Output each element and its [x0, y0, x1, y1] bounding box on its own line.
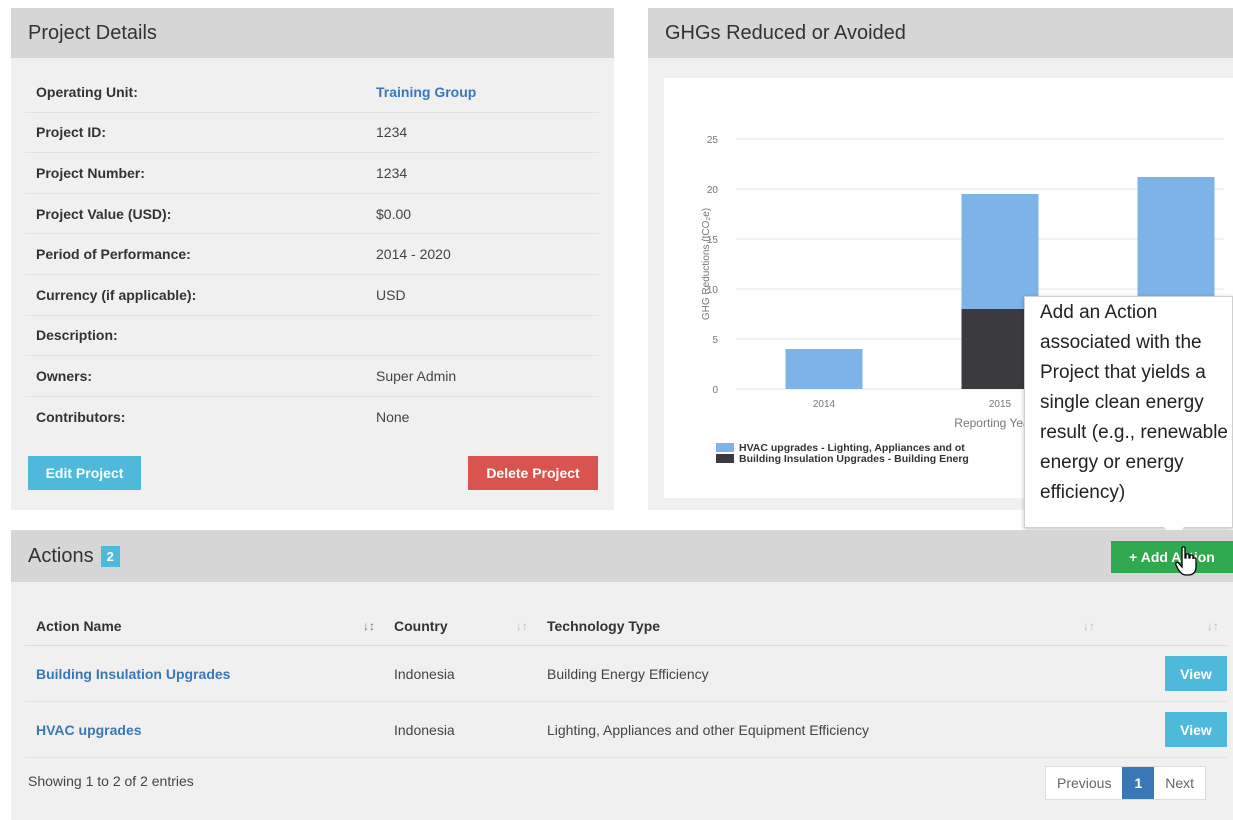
detail-label: Period of Performance:	[36, 246, 191, 263]
action-technology: Lighting, Appliances and other Equipment…	[536, 701, 1103, 758]
add-action-tooltip: Add an Action associated with the Projec…	[1024, 296, 1233, 528]
detail-row-currency: Currency (if applicable): USD	[25, 275, 599, 316]
legend-label: Building Insulation Upgrades - Building …	[739, 453, 969, 465]
x-tick-label: 2014	[813, 399, 836, 410]
detail-row-project-value: Project Value (USD): $0.00	[25, 194, 599, 235]
detail-label: Project ID:	[36, 124, 107, 141]
sort-icon[interactable]: ↓↑	[1207, 619, 1219, 633]
col-technology-type[interactable]: Technology Type ↓↑	[536, 607, 1103, 646]
detail-label: Operating Unit:	[36, 83, 138, 100]
pagination: Previous 1 Next	[1045, 766, 1207, 800]
detail-label: Description:	[36, 327, 118, 344]
y-axis-label: GHG Reductions (tCO₂e)	[701, 208, 712, 320]
col-actions[interactable]: ↓↑	[1103, 607, 1227, 646]
bar-segment	[1137, 177, 1215, 299]
detail-label: Currency (if applicable):	[36, 286, 197, 303]
sort-icon[interactable]: ↓↕	[363, 619, 375, 633]
y-tick-label: 5	[712, 335, 718, 346]
project-details-title: Project Details	[11, 8, 614, 58]
detail-row-project-id: Project ID: 1234	[25, 113, 599, 154]
actions-header: Actions 2	[11, 530, 1233, 582]
table-row: Building Insulation Upgrades Indonesia B…	[25, 645, 1227, 702]
detail-row-description: Description:	[25, 316, 599, 357]
ghg-title: GHGs Reduced or Avoided	[648, 8, 1233, 58]
view-button[interactable]: View	[1165, 712, 1227, 747]
actions-table: Action Name ↓↕ Country ↓↑ Technology Type ↓…	[25, 607, 1227, 758]
detail-row-owners: Owners: Super Admin	[25, 356, 599, 397]
y-tick-label: 20	[707, 185, 719, 196]
project-details-panel: Project Details Operating Unit: Training…	[11, 8, 614, 510]
action-name-link[interactable]: Building Insulation Upgrades	[25, 645, 383, 702]
detail-value: 2014 - 2020	[376, 246, 451, 263]
action-country: Indonesia	[383, 701, 536, 758]
action-name-link[interactable]: HVAC upgrades	[25, 701, 383, 758]
actions-title: Actions	[28, 544, 94, 567]
add-action-button[interactable]: + Add Action	[1111, 541, 1233, 573]
detail-row-operating-unit: Operating Unit: Training Group	[25, 72, 599, 113]
project-details-list: Operating Unit: Training Group Project I…	[25, 72, 599, 436]
delete-project-button[interactable]: Delete Project	[468, 456, 598, 490]
actions-panel: Actions 2 + Add Action Action Name ↓↕ Cou…	[11, 530, 1233, 820]
entries-info: Showing 1 to 2 of 2 entries	[28, 773, 194, 789]
y-tick-label: 25	[707, 135, 719, 146]
pager-previous[interactable]: Previous	[1046, 767, 1122, 799]
detail-row-project-number: Project Number: 1234	[25, 153, 599, 194]
col-country[interactable]: Country ↓↑	[383, 607, 536, 646]
detail-value: None	[376, 408, 410, 425]
bar-segment	[785, 349, 863, 389]
operating-unit-link[interactable]: Training Group	[376, 84, 476, 100]
detail-value: 1234	[376, 164, 408, 181]
detail-value: $0.00	[376, 205, 412, 222]
x-tick-label: 2015	[989, 399, 1012, 410]
y-tick-label: 0	[712, 385, 718, 396]
action-country: Indonesia	[383, 645, 536, 702]
actions-count-badge: 2	[100, 545, 120, 567]
detail-label: Project Value (USD):	[36, 205, 172, 222]
legend-swatch	[716, 454, 734, 463]
detail-label: Owners:	[36, 367, 93, 384]
detail-label: Contributors:	[36, 408, 126, 425]
detail-row-contributors: Contributors: None	[25, 397, 599, 437]
pager-current-page[interactable]: 1	[1122, 767, 1155, 799]
sort-icon[interactable]: ↓↑	[1083, 619, 1095, 633]
detail-row-period: Period of Performance: 2014 - 2020	[25, 234, 599, 275]
hand-pointer-icon	[1175, 546, 1197, 576]
table-header-row: Action Name ↓↕ Country ↓↑ Technology Type ↓…	[25, 607, 1227, 646]
table-row: HVAC upgrades Indonesia Lighting, Applia…	[25, 701, 1227, 758]
detail-value: 1234	[376, 124, 408, 141]
view-button[interactable]: View	[1165, 656, 1227, 691]
detail-value: Super Admin	[376, 367, 457, 384]
edit-project-button[interactable]: Edit Project	[28, 456, 141, 490]
x-axis-label: Reporting Year	[954, 416, 1033, 430]
col-action-name[interactable]: Action Name ↓↕	[25, 607, 383, 646]
action-technology: Building Energy Efficiency	[536, 645, 1103, 702]
detail-label: Project Number:	[36, 164, 145, 181]
pager-next[interactable]: Next	[1154, 767, 1205, 799]
detail-value: USD	[376, 286, 406, 303]
legend-swatch	[716, 443, 734, 452]
sort-icon[interactable]: ↓↑	[516, 619, 528, 633]
bar-segment	[961, 194, 1039, 309]
